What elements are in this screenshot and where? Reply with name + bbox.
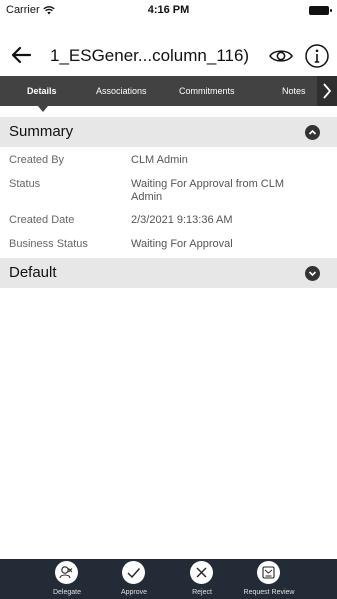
field-label: Status [9,178,41,190]
request-review-icon [257,561,280,584]
request-review-button[interactable]: Request Review [234,559,304,599]
field-value: Waiting For Approval from CLM Admin [131,178,285,203]
field-label: Created By [9,154,65,166]
status-bar: Carrier 4:16 PM [0,0,337,22]
field-value: Waiting For Approval [131,238,233,250]
reject-label: Reject [192,589,212,596]
tab-commitments[interactable]: Commitments [179,76,235,106]
tab-scroll-right-button[interactable] [317,76,337,106]
field-label: Created Date [9,214,75,226]
summary-section-title: Summary [9,123,74,140]
approve-button[interactable]: Approve [99,559,169,599]
delegate-label: Delegate [52,589,82,596]
tab-notes[interactable]: Notes [282,76,306,106]
back-arrow-icon[interactable] [8,42,34,68]
action-bar: Delegate Approve Reject Request Review [0,559,337,599]
summary-section-header[interactable]: Summary [0,117,337,147]
info-icon[interactable] [304,43,330,69]
default-section-header[interactable]: Default [0,258,337,288]
checkmark-icon [122,561,145,584]
tab-bar: Details Associations Commitments Notes [0,76,337,106]
field-label: Business Status [9,238,88,250]
battery-icon [309,6,332,15]
collapse-summary-button[interactable] [305,125,320,140]
delegate-button[interactable]: Delegate [32,559,102,599]
field-value: CLM Admin [131,154,188,166]
tab-details[interactable]: Details [27,76,57,106]
approve-label: Approve [120,589,148,596]
close-icon [190,561,213,584]
field-value: 2/3/2021 9:13:36 AM [131,214,233,226]
chevron-down-icon [308,271,317,277]
chevron-up-icon [308,129,317,135]
status-time: 4:16 PM [147,4,190,16]
default-section-title: Default [9,264,57,281]
chevron-right-icon [323,83,332,99]
delegate-icon [55,561,78,584]
tab-associations[interactable]: Associations [96,76,147,106]
expand-default-button[interactable] [305,266,320,281]
eye-icon[interactable] [268,43,294,69]
page-title: 1_ESGener...column_116) [50,46,250,65]
request-review-label: Request Review [243,589,295,596]
reject-button[interactable]: Reject [167,559,237,599]
nav-bar: 1_ESGener...column_116) [0,38,337,74]
active-tab-pointer [38,106,48,112]
